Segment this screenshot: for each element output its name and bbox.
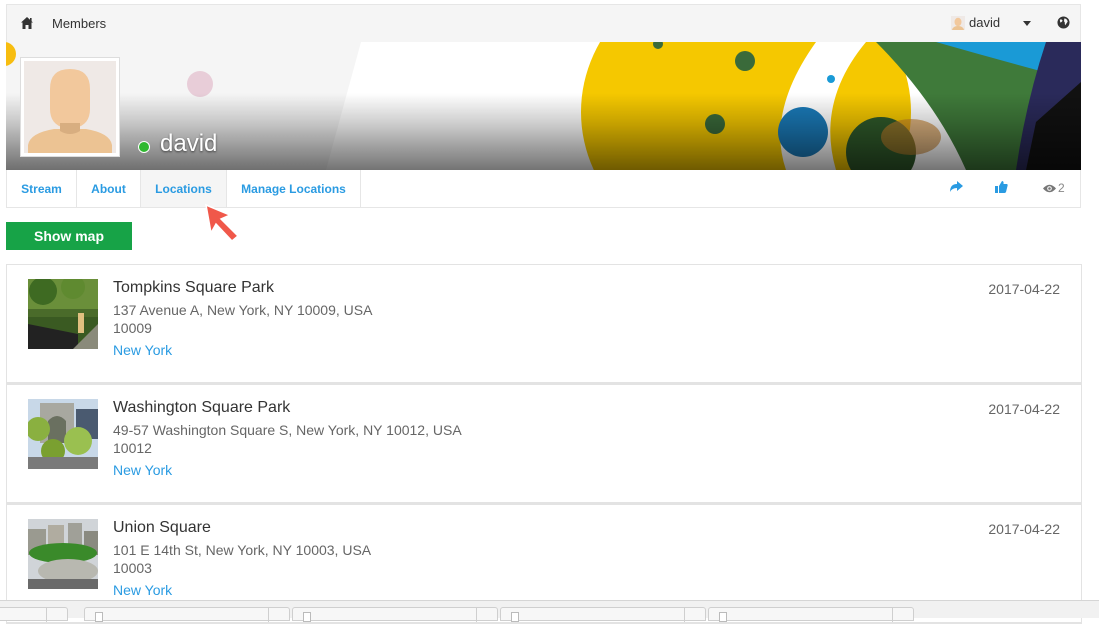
online-status-indicator [138,141,150,153]
location-zip: 10009 [113,320,152,336]
location-address: 49-57 Washington Square S, New York, NY … [113,422,462,438]
share-icon[interactable] [949,181,963,193]
views-count: 2 [1058,181,1065,195]
tab-locations[interactable]: Locations [141,170,227,207]
user-avatar-icon [951,15,965,30]
park-photo [28,279,98,349]
views-counter: 2 [1043,181,1065,195]
file-icon [511,612,519,622]
location-date: 2017-04-22 [988,401,1060,417]
caret-down-icon[interactable] [1023,21,1031,26]
location-zip: 10012 [113,440,152,456]
download-item[interactable] [0,607,68,622]
location-title[interactable]: Union Square [113,519,211,537]
park-photo [28,519,98,589]
location-thumbnail[interactable] [28,279,98,349]
location-date: 2017-04-22 [988,521,1060,537]
profile-cover-banner: david [6,42,1081,170]
location-item: Tompkins Square Park 137 Avenue A, New Y… [6,264,1082,384]
file-icon [719,612,727,622]
locations-list: Tompkins Square Park 137 Avenue A, New Y… [6,264,1082,624]
location-city-link[interactable]: New York [113,582,172,598]
location-thumbnail[interactable] [28,399,98,469]
tab-manage-locations[interactable]: Manage Locations [227,170,361,207]
globe-icon[interactable] [1057,16,1070,29]
eye-icon [1043,184,1056,192]
home-icon[interactable] [20,16,34,30]
show-map-button[interactable]: Show map [6,222,132,250]
profile-name: david [160,130,218,157]
user-name: david [969,15,1001,30]
location-thumbnail[interactable] [28,519,98,589]
location-item: Washington Square Park 49-57 Washington … [6,384,1082,504]
download-item[interactable] [500,607,706,622]
location-address: 101 E 14th St, New York, NY 10003, USA [113,542,372,558]
top-navbar: Members david [6,4,1081,42]
annotation-arrow-icon [205,203,240,243]
tab-stream[interactable]: Stream [7,170,77,207]
location-zip: 10003 [113,560,152,576]
profile-avatar[interactable] [20,57,120,157]
file-icon [303,612,311,622]
location-city-link[interactable]: New York [113,462,172,478]
download-bar [0,600,1099,622]
user-menu[interactable]: david [951,15,1000,30]
profile-tabs: Stream About Locations Manage Locations … [6,170,1081,208]
tab-about[interactable]: About [77,170,141,207]
thumbs-up-icon[interactable] [995,181,1008,193]
breadcrumb-members[interactable]: Members [52,16,106,31]
download-item[interactable] [292,607,498,622]
park-photo [28,399,98,469]
location-address: 137 Avenue A, New York, NY 10009, USA [113,302,373,318]
location-title[interactable]: Washington Square Park [113,399,290,417]
download-item[interactable] [708,607,914,622]
location-date: 2017-04-22 [988,281,1060,297]
file-icon [95,612,103,622]
location-title[interactable]: Tompkins Square Park [113,279,274,297]
location-city-link[interactable]: New York [113,342,172,358]
default-avatar-icon [24,61,116,153]
download-item[interactable] [84,607,290,622]
